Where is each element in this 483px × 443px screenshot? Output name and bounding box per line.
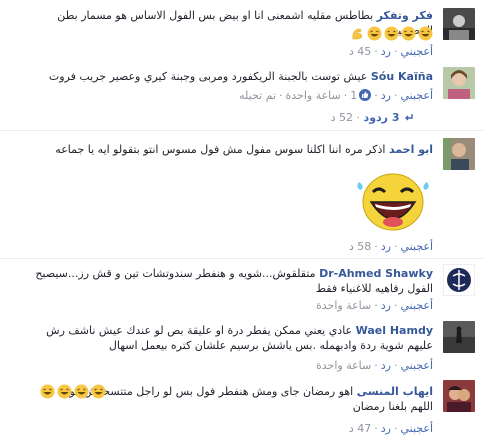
laughing-emoji: [367, 26, 382, 41]
commenter-name[interactable]: ابو احمد: [389, 143, 433, 156]
edited-label[interactable]: تم تحيله: [239, 89, 276, 102]
comment-actions: أعجبني·رد·1·ساعة واحدة·تم تحيله: [239, 89, 433, 102]
like-link[interactable]: أعجبني: [400, 89, 433, 102]
timestamp[interactable]: 47 د: [349, 422, 371, 435]
avatar[interactable]: [443, 264, 475, 296]
timestamp[interactable]: ساعة واحدة: [286, 89, 341, 102]
comment-text: عيش توست بالجبنة الريكفورد ومربى وجبنة ك…: [48, 70, 368, 83]
reply-arrow-icon: [405, 114, 413, 121]
comment-bubble: ابو احمد اذكر مره اننا اكلنا سوس مفول مش…: [13, 142, 433, 157]
replies-time: 52 د: [330, 111, 354, 124]
comment-bubble: Dr-Ahmed Shawky متقلقوش...شويه و هنفطر س…: [23, 266, 433, 296]
reply-link[interactable]: رد: [381, 299, 391, 312]
reaction-count[interactable]: 1: [350, 89, 372, 102]
reply-link[interactable]: رد: [381, 359, 391, 372]
divider: [0, 130, 483, 131]
like-link[interactable]: أعجبني: [400, 422, 433, 435]
avatar[interactable]: [443, 138, 475, 170]
laughing-emoji: [418, 26, 433, 41]
laughing-emoji: [74, 384, 89, 399]
timestamp[interactable]: ساعة واحدة: [316, 299, 371, 312]
timestamp[interactable]: 45 د: [349, 45, 371, 58]
comment-actions: أعجبني·رد·58 د: [348, 240, 433, 253]
divider: [0, 258, 483, 259]
like-link[interactable]: أعجبني: [400, 45, 433, 58]
comment-bubble: Sóu Kaïña عيش توست بالجبنة الريكفورد ومر…: [13, 69, 433, 84]
avatar[interactable]: [443, 8, 475, 40]
timestamp[interactable]: ساعة واحدة: [316, 359, 371, 372]
comment-bubble: ايهاب المنسى اهو رمضان جاى ومش هنفطر فول…: [53, 384, 433, 414]
commenter-name[interactable]: Wael Hamdy: [356, 324, 433, 337]
reply-link[interactable]: رد: [381, 240, 391, 253]
like-link[interactable]: أعجبني: [400, 299, 433, 312]
comment-actions: أعجبني·رد·ساعة واحدة: [316, 299, 433, 312]
laughing-emoji: [384, 26, 399, 41]
comment-actions: أعجبني·رد·ساعة واحدة: [316, 359, 433, 372]
avatar[interactable]: [443, 380, 475, 412]
avatar[interactable]: [443, 67, 475, 99]
flexed-biceps-emoji: [352, 28, 363, 40]
avatar[interactable]: [443, 321, 475, 353]
laughing-emoji: [57, 384, 72, 399]
commenter-name[interactable]: فكر وتفكر: [377, 9, 433, 22]
laughing-emoji: [40, 384, 55, 399]
commenter-name[interactable]: Sóu Kaïña: [371, 70, 433, 83]
reply-link[interactable]: رد: [381, 422, 391, 435]
comment-bubble: Wael Hamdy عادي يعني ممكن يفطر درة او عل…: [33, 323, 433, 353]
replies-link[interactable]: 3 ردود: [364, 111, 400, 124]
commenter-name[interactable]: Dr-Ahmed Shawky: [319, 267, 433, 280]
replies-row[interactable]: 3 ردود · 52 د: [331, 111, 413, 124]
like-reaction-icon: [359, 89, 372, 101]
laughing-emoji: [401, 26, 416, 41]
reply-link[interactable]: رد: [381, 45, 391, 58]
sticker-laughing-face: [357, 173, 429, 231]
reply-link[interactable]: رد: [381, 89, 391, 102]
like-link[interactable]: أعجبني: [400, 240, 433, 253]
comment-actions: أعجبني·رد·45 د: [348, 45, 433, 58]
comment-actions: أعجبني·رد·47 د: [348, 422, 433, 435]
timestamp[interactable]: 58 د: [349, 240, 371, 253]
comment-text: اذكر مره اننا اكلنا سوس مفول مش فول مسوس…: [55, 143, 386, 156]
emoji-row: [38, 384, 106, 399]
emoji-row: [348, 26, 433, 41]
commenter-name[interactable]: ايهاب المنسى: [357, 385, 433, 398]
laughing-emoji: [91, 384, 106, 399]
like-link[interactable]: أعجبني: [400, 359, 433, 372]
